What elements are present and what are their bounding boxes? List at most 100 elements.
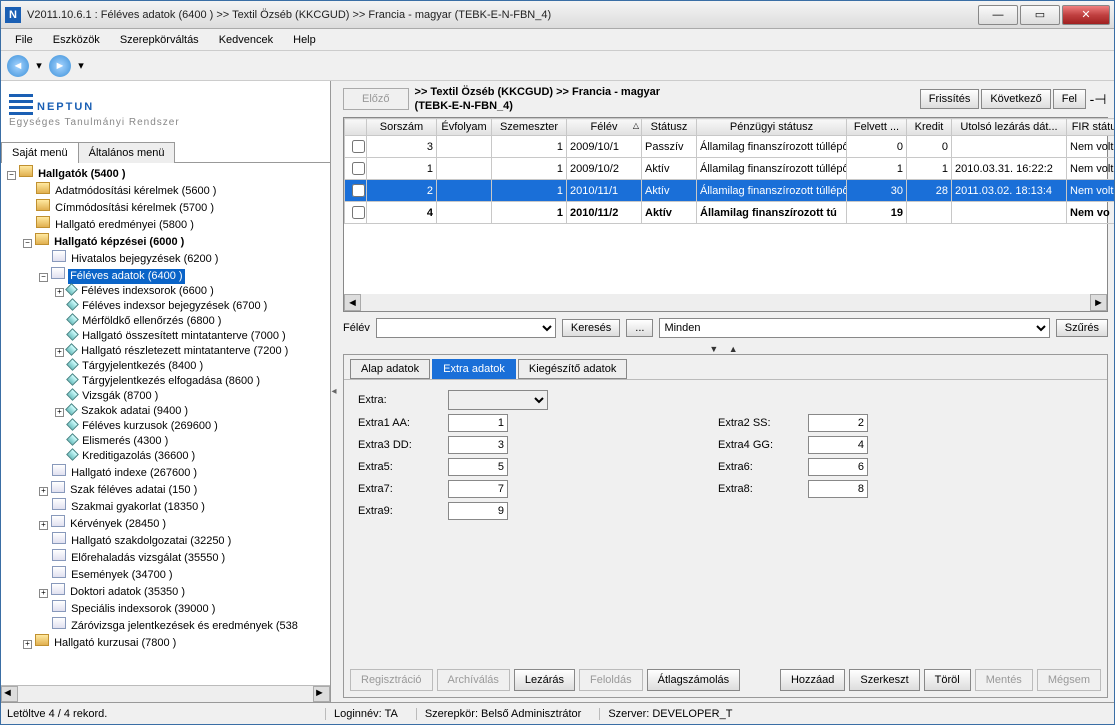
lezaras-button[interactable]: Lezárás	[514, 669, 575, 691]
extra-input[interactable]	[448, 480, 508, 498]
tab-alap[interactable]: Alap adatok	[350, 359, 430, 379]
tree-node[interactable]: Hivatalos bejegyzések (6200 )	[69, 252, 220, 267]
feloldas-button[interactable]: Feloldás	[579, 669, 643, 691]
tree-node[interactable]: Hallgató kurzusai (7800 )	[52, 636, 178, 651]
nav-back-button[interactable]: ◄	[7, 55, 29, 77]
tree-node[interactable]: Kérvények (28450 )	[68, 517, 168, 532]
extra-input[interactable]	[808, 458, 868, 476]
tree-expand-icon[interactable]: +	[23, 640, 32, 649]
tree-node[interactable]: Záróvizsga jelentkezések és eredmények (…	[69, 619, 300, 634]
row-checkbox[interactable]	[352, 162, 365, 175]
tree-node[interactable]: Vizsgák (8700 )	[80, 389, 160, 404]
refresh-button[interactable]: Frissítés	[920, 89, 980, 109]
tree-expand-icon[interactable]: +	[55, 288, 64, 297]
tree-node[interactable]: Tárgyjelentkezés (8400 )	[80, 359, 205, 374]
tree-node[interactable]: Doktori adatok (35350 )	[68, 585, 187, 600]
menu-szerepkörváltás[interactable]: Szerepkörváltás	[112, 32, 207, 48]
minden-select[interactable]: Minden	[659, 318, 1049, 338]
nav-forward-button[interactable]: ►	[49, 55, 71, 77]
maximize-button[interactable]: ▭	[1020, 5, 1060, 25]
grid-header[interactable]: Felvett ...	[847, 119, 907, 136]
row-checkbox[interactable]	[352, 206, 365, 219]
tree-collapse-icon[interactable]: −	[39, 273, 48, 282]
megsem-button[interactable]: Mégsem	[1037, 669, 1101, 691]
extra-input[interactable]	[448, 436, 508, 454]
grid-header[interactable]: Pénzügyi státusz	[697, 119, 847, 136]
tree-tab-general[interactable]: Általános menü	[78, 142, 176, 163]
grid-header[interactable]: Évfolyam	[437, 119, 492, 136]
tree-node[interactable]: Hallgató eredményei (5800 )	[53, 218, 196, 233]
tree-expand-icon[interactable]: +	[39, 487, 48, 496]
tree-node[interactable]: Hallgató összesített mintatanterve (7000…	[80, 329, 288, 344]
extra-input[interactable]	[448, 414, 508, 432]
data-grid[interactable]: SorszámÉvfolyamSzemeszterFélév△StátuszPé…	[343, 117, 1108, 312]
extra-input[interactable]	[448, 458, 508, 476]
hozzaad-button[interactable]: Hozzáad	[780, 669, 845, 691]
dots-button[interactable]: ...	[626, 319, 653, 337]
szerkeszt-button[interactable]: Szerkeszt	[849, 669, 919, 691]
menu-file[interactable]: File	[7, 32, 41, 48]
tab-kieg[interactable]: Kiegészítő adatok	[518, 359, 627, 379]
grid-header[interactable]	[345, 119, 367, 136]
tree-node[interactable]: Események (34700 )	[69, 568, 175, 583]
table-row[interactable]: 412010/11/2AktívÁllamilag finanszírozott…	[345, 202, 1115, 224]
menu-eszközök[interactable]: Eszközök	[45, 32, 108, 48]
tree-node[interactable]: Szakok adatai (9400 )	[79, 404, 190, 419]
tree-node[interactable]: Előrehaladás vizsgálat (35550 )	[69, 551, 227, 566]
nav-back-dropdown[interactable]: ▾	[33, 55, 45, 77]
tree-expand-icon[interactable]: +	[55, 408, 64, 417]
tree-node[interactable]: Hallgató képzései (6000 )	[52, 235, 186, 250]
pin-icon[interactable]: -⊣	[1088, 91, 1108, 108]
tree-node[interactable]: Tárgyjelentkezés elfogadása (8600 )	[80, 374, 262, 389]
tree-node[interactable]: Szak féléves adatai (150 )	[68, 483, 199, 498]
row-checkbox[interactable]	[352, 184, 365, 197]
archivalas-button[interactable]: Archíválás	[437, 669, 510, 691]
tab-extra[interactable]: Extra adatok	[432, 359, 516, 379]
nav-forward-dropdown[interactable]: ▾	[75, 55, 87, 77]
tree-collapse-icon[interactable]: −	[7, 171, 16, 180]
grid-header[interactable]: Utolsó lezárás dát...	[952, 119, 1067, 136]
minimize-button[interactable]: —	[978, 5, 1018, 25]
extra-select[interactable]	[448, 390, 548, 410]
table-row[interactable]: 112009/10/2AktívÁllamilag finanszírozott…	[345, 158, 1115, 180]
tree-node[interactable]: Szakmai gyakorlat (18350 )	[69, 500, 207, 515]
search-button[interactable]: Keresés	[562, 319, 620, 337]
filter-button[interactable]: Szűrés	[1056, 319, 1108, 337]
extra-input[interactable]	[808, 480, 868, 498]
tree-node[interactable]: Mérföldkő ellenőrzés (6800 )	[80, 314, 223, 329]
tree-node[interactable]: Féléves adatok (6400 )	[68, 269, 185, 284]
grid-header[interactable]: Kredit	[907, 119, 952, 136]
tree-node[interactable]: Hallgató részletezett mintatanterve (720…	[79, 344, 290, 359]
regisztracio-button[interactable]: Regisztráció	[350, 669, 433, 691]
table-row[interactable]: 312009/10/1PasszívÁllamilag finanszírozo…	[345, 136, 1115, 158]
felev-select[interactable]	[376, 318, 556, 338]
grid-hscroll[interactable]: ◄►	[344, 294, 1107, 311]
tree-node[interactable]: Féléves kurzusok (269600 )	[80, 419, 220, 434]
atlag-button[interactable]: Átlagszámolás	[647, 669, 741, 691]
menu-kedvencek[interactable]: Kedvencek	[211, 32, 281, 48]
grid-header[interactable]: Félév△	[567, 119, 642, 136]
row-checkbox[interactable]	[352, 140, 365, 153]
tree-node[interactable]: Hallgató szakdolgozatai (32250 )	[69, 534, 233, 549]
extra-input[interactable]	[808, 436, 868, 454]
tree-node[interactable]: Kreditigazolás (36600 )	[80, 449, 197, 464]
tree-node[interactable]: Elismerés (4300 )	[80, 434, 170, 449]
tree-node[interactable]: Féléves indexsor bejegyzések (6700 )	[80, 299, 269, 314]
tree-tab-own[interactable]: Saját menü	[1, 142, 79, 163]
grid-header[interactable]: Státusz	[642, 119, 697, 136]
grid-header[interactable]: Szemeszter	[492, 119, 567, 136]
mentes-button[interactable]: Mentés	[975, 669, 1033, 691]
grid-header[interactable]: Sorszám	[367, 119, 437, 136]
tree-node[interactable]: Adatmódosítási kérelmek (5600 )	[53, 184, 218, 199]
extra-input[interactable]	[448, 502, 508, 520]
tree-node[interactable]: Speciális indexsorok (39000 )	[69, 602, 217, 617]
tree-node[interactable]: Hallgató indexe (267600 )	[69, 466, 199, 481]
nav-tree[interactable]: − Hallgatók (5400 ) Adatmódosítási kérel…	[1, 163, 330, 685]
table-row[interactable]: 212010/11/1AktívÁllamilag finanszírozott…	[345, 180, 1115, 202]
prev-button[interactable]: Előző	[343, 88, 409, 110]
tree-node[interactable]: Féléves indexsorok (6600 )	[79, 284, 216, 299]
tree-node[interactable]: Címmódosítási kérelmek (5700 )	[53, 201, 216, 216]
torol-button[interactable]: Töröl	[924, 669, 971, 691]
tree-expand-icon[interactable]: +	[39, 521, 48, 530]
extra-input[interactable]	[808, 414, 868, 432]
